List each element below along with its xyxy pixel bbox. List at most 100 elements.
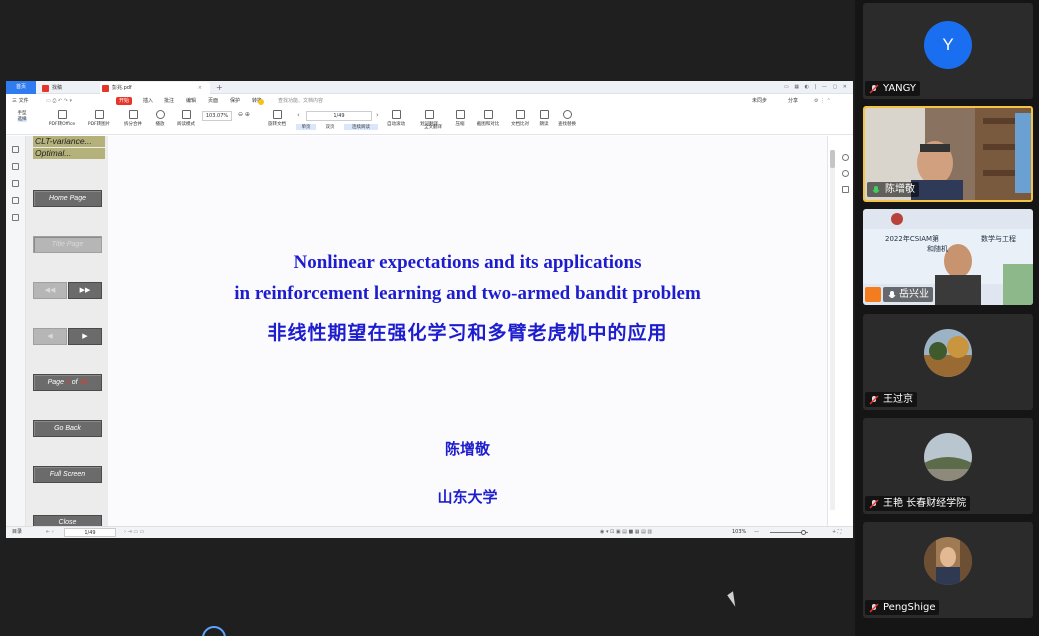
prev-page-icon[interactable]: ‹ <box>297 111 300 119</box>
menu-start[interactable]: 开始 <box>116 97 133 105</box>
auto-scroll-button[interactable]: 自动滚动 <box>382 110 410 127</box>
next-section-button[interactable]: ▶▶ <box>68 282 102 299</box>
participant-name: 陈增敬 <box>867 182 919 197</box>
next-page-icon[interactable]: › <box>376 111 379 119</box>
slide-title-cn: 非线性期望在强化学习和多臂老虎机中的应用 <box>267 322 668 344</box>
scroll-icon <box>391 110 401 119</box>
participant-tile[interactable]: Y YANGY <box>863 3 1033 99</box>
avatar <box>924 433 972 481</box>
first-prev-icons[interactable]: ⇤ ‹ <box>46 527 54 538</box>
mic-muted-icon <box>869 603 879 613</box>
screenshot-button[interactable]: 截图和对比 <box>472 110 504 127</box>
attachment-icon[interactable] <box>12 197 19 204</box>
next-last-icons[interactable]: › ⇥ ▭ ▭ <box>124 527 144 538</box>
scrollbar-track[interactable] <box>830 150 835 510</box>
zoom-out-icon[interactable]: — <box>754 527 759 538</box>
title-page-button[interactable]: Title Page <box>33 236 102 253</box>
zoom-slider-knob[interactable] <box>801 530 806 535</box>
participant-tile[interactable]: 王过京 <box>863 314 1033 410</box>
participant-tile[interactable]: 王艳 长春财经学院 <box>863 418 1033 514</box>
pdf-to-image-button[interactable]: PDF转图片 <box>84 110 114 127</box>
panel-icon[interactable] <box>842 186 849 193</box>
signature-icon[interactable] <box>12 214 19 221</box>
read-mode-button[interactable]: 阅读模式 <box>172 110 200 127</box>
pdf-reader-window: 首页 找稿 彭兆.pdf × + ▭ ▦ ◐ | — ▢ ✕ 三 文件 ▭ ⎙ … <box>6 81 853 538</box>
read-aloud-button[interactable]: 朗读 <box>536 110 552 127</box>
thumbnail-icon[interactable] <box>12 163 19 170</box>
view-icons[interactable]: ◉ ▾ ⊡ ▣ ▤ ■ ▦ ▤ ▥ <box>600 527 652 538</box>
participant-tile[interactable]: PengShige <box>863 522 1033 618</box>
participant-tile-active[interactable]: 陈增敬 <box>863 106 1033 202</box>
mouse-cursor <box>258 99 264 105</box>
bookmark-icon[interactable] <box>12 146 19 153</box>
toc-item[interactable]: CLT-variance... <box>33 136 105 147</box>
hand-tool[interactable]: 手型 选择 <box>12 110 32 122</box>
continuous-button[interactable]: 连续阅读 <box>344 124 378 130</box>
mic-icon <box>888 291 896 298</box>
page-input[interactable]: 1/49 <box>306 111 372 121</box>
participant-tile[interactable]: 2022年CSIAM第 数学与工程 和随机 岳兴业 <box>863 209 1033 305</box>
video-text: 数学与工程 <box>981 235 1016 243</box>
pdf-to-office-button[interactable]: PDF转Office <box>44 110 80 127</box>
compress-button[interactable]: 压缩 <box>452 110 468 127</box>
status-bar: 目录 ⇤ ‹ 1/49 › ⇥ ▭ ▭ ◉ ▾ ⊡ ▣ ▤ ■ ▦ ▤ ▥ 10… <box>6 526 853 538</box>
next-page-button[interactable]: ▶ <box>68 328 102 345</box>
zoom-in-icon[interactable]: + ⛶ <box>832 527 841 538</box>
split-merge-button[interactable]: 拆分合并 <box>118 110 148 127</box>
rotate-button[interactable]: 旋转文档 <box>262 110 292 127</box>
close-tab-icon[interactable]: × <box>198 82 202 94</box>
menu-annotate[interactable]: 批注 <box>164 95 174 107</box>
menu-insert[interactable]: 插入 <box>143 95 153 107</box>
quick-icons[interactable]: ▭ ⎙ ↶ ↷ ▾ <box>46 95 72 107</box>
section-nav: ◀◀ ▶▶ <box>33 282 102 299</box>
new-tab-icon[interactable]: + <box>216 81 223 94</box>
menu-edit[interactable]: 编辑 <box>186 95 196 107</box>
menu-page[interactable]: 页面 <box>208 95 218 107</box>
page-indicator: Page 1 of 49 <box>33 374 102 391</box>
comment-icon[interactable] <box>12 180 19 187</box>
page-of: of <box>71 379 78 386</box>
full-translate-button[interactable]: 全文翻译 <box>418 124 448 130</box>
window-controls[interactable]: ▭ ▦ ◐ | — ▢ ✕ <box>784 81 849 94</box>
slide-author: 陈增敬 <box>444 440 490 458</box>
more-icons[interactable]: ⚙ ⋮ ⌃ <box>814 95 831 107</box>
zoom-icon[interactable] <box>842 154 849 161</box>
toc-toggle[interactable]: 目录 <box>12 527 22 538</box>
find-replace-button[interactable]: 查找替换 <box>554 110 580 127</box>
double-page-button[interactable]: 双页 <box>320 124 340 130</box>
slide-institution: 山东大学 <box>437 488 498 506</box>
play-icon <box>155 110 165 119</box>
video-text: 2022年CSIAM第 <box>885 235 940 243</box>
zoom-input[interactable]: 103.07% <box>202 111 232 121</box>
avatar <box>924 537 972 585</box>
ribbon-toolbar: 手型 选择 PDF转Office PDF转图片 拆分合并 播放 阅读模式 103.… <box>6 107 853 135</box>
tab-doc-1[interactable]: 找稿 <box>40 82 100 94</box>
search-box[interactable]: 查找功能、文档内容 <box>278 95 323 107</box>
scrollbar-thumb[interactable] <box>830 150 835 168</box>
single-page-button[interactable]: 单页 <box>296 124 316 130</box>
menu-file[interactable]: 三 文件 <box>12 95 29 107</box>
settings-icon[interactable] <box>842 170 849 177</box>
sync-status[interactable]: 未同步 <box>752 95 767 107</box>
close-button[interactable]: Close <box>33 515 102 526</box>
share-button[interactable]: 分享 <box>788 95 798 107</box>
toc-item[interactable]: Optimal... <box>33 148 105 159</box>
compress-icon <box>455 110 465 119</box>
full-screen-button[interactable]: Full Screen <box>33 466 102 483</box>
participants-panel: Y YANGY 陈增敬 2022年CSIAM第 数学与工程 和随机 岳兴业 王过… <box>855 0 1039 636</box>
status-page-input[interactable]: 1/49 <box>64 528 116 537</box>
prev-page-button[interactable]: ◀ <box>33 328 67 345</box>
play-button[interactable]: 播放 <box>152 110 168 127</box>
tab-doc-active[interactable]: 彭兆.pdf × <box>100 82 210 94</box>
go-back-button[interactable]: Go Back <box>33 420 102 437</box>
home-page-button[interactable]: Home Page <box>33 190 102 207</box>
meeting-window: 首页 找稿 彭兆.pdf × + ▭ ▦ ◐ | — ▢ ✕ 三 文件 ▭ ⎙ … <box>0 0 1039 636</box>
prev-section-button[interactable]: ◀◀ <box>33 282 67 299</box>
menu-protect[interactable]: 保护 <box>230 95 240 107</box>
tab-home[interactable]: 首页 <box>6 81 36 94</box>
zoom-icons[interactable]: ⊖ ⊕ <box>238 111 250 118</box>
compare-button[interactable]: 文档比对 <box>506 110 534 127</box>
speaker-icon <box>539 110 549 119</box>
mouse-pointer <box>727 587 747 607</box>
side-panel-icons <box>6 136 26 526</box>
